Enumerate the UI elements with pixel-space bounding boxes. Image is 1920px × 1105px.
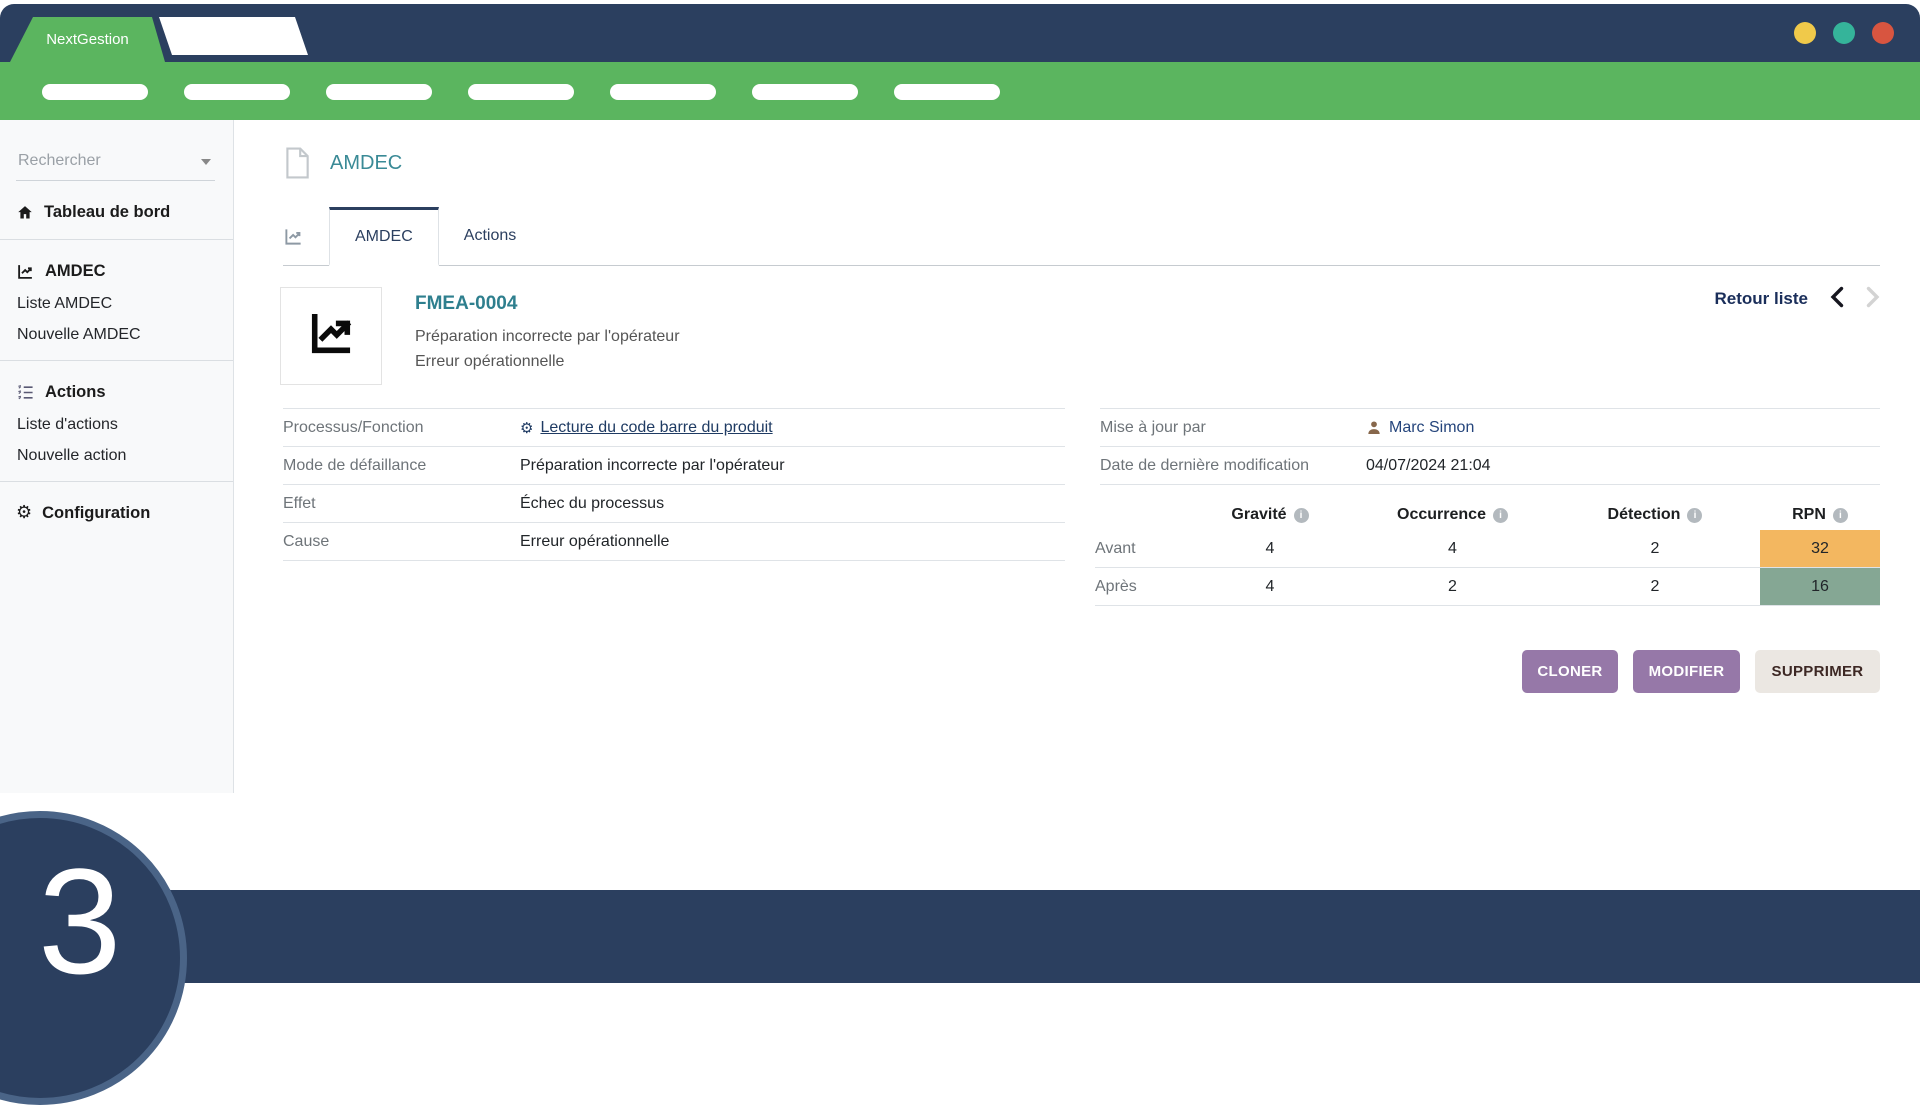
task-list-icon <box>16 384 35 401</box>
chevron-left-icon <box>1830 286 1844 311</box>
sidebar-item-liste-amdec[interactable]: Liste AMDEC <box>16 288 217 319</box>
clone-button[interactable]: CLONER <box>1522 650 1618 693</box>
failure-mode-value: Préparation incorrecte par l'opérateur <box>520 457 785 475</box>
rpn-row-after: Après 4 2 2 16 <box>1095 568 1880 606</box>
sidebar-item-configuration[interactable]: ⚙ Configuration <box>16 496 217 530</box>
sidebar-item-label: Tableau de bord <box>44 203 170 222</box>
window-dot-teal[interactable] <box>1833 22 1855 44</box>
search-input[interactable] <box>16 146 215 180</box>
home-icon <box>16 204 34 221</box>
window-dot-red[interactable] <box>1872 22 1894 44</box>
nav-pill[interactable] <box>184 84 290 100</box>
sidebar-item-liste-actions[interactable]: Liste d'actions <box>16 409 217 440</box>
delete-button[interactable]: SUPPRIMER <box>1755 650 1880 693</box>
table-row: Mode de défaillance Préparation incorrec… <box>283 447 1065 485</box>
divider <box>0 360 233 361</box>
rpn-value-after: 16 <box>1760 568 1880 605</box>
nav-pill[interactable] <box>326 84 432 100</box>
nav-pill[interactable] <box>610 84 716 100</box>
step-badge: 3 <box>0 811 187 1105</box>
sidebar-item-nouvelle-action[interactable]: Nouvelle action <box>16 440 217 471</box>
app-header: NextGestion <box>0 4 1920 62</box>
modify-button[interactable]: MODIFIER <box>1633 650 1740 693</box>
sidebar-item-nouvelle-amdec[interactable]: Nouvelle AMDEC <box>16 319 217 350</box>
window-dot-yellow[interactable] <box>1794 22 1816 44</box>
nav-pill[interactable] <box>42 84 148 100</box>
record-cause: Erreur opérationnelle <box>415 349 680 374</box>
search-box <box>16 146 215 181</box>
record-thumbnail <box>280 287 382 385</box>
nav-pill[interactable] <box>468 84 574 100</box>
rpn-value-before: 32 <box>1760 530 1880 567</box>
rpn-table: Gravité Occurrence Détection RPN Avant 4… <box>1095 500 1880 606</box>
step-number: 3 <box>38 846 121 996</box>
record-details-table: Processus/Fonction ⚙ Lecture du code bar… <box>283 408 1065 561</box>
sidebar-section-actions[interactable]: Actions <box>16 375 217 409</box>
rpn-header-row: Gravité Occurrence Détection RPN <box>1095 500 1880 530</box>
gear-icon: ⚙ <box>520 419 533 437</box>
sidebar-item-label: Configuration <box>42 504 150 523</box>
nav-pill[interactable] <box>894 84 1000 100</box>
updated-by-link[interactable]: Marc Simon <box>1389 419 1474 437</box>
divider <box>0 239 233 240</box>
action-buttons: CLONER MODIFIER SUPPRIMER <box>1522 650 1880 693</box>
back-to-list-link[interactable]: Retour liste <box>1714 289 1808 309</box>
brand-tab[interactable]: NextGestion <box>10 17 165 62</box>
tab-actions[interactable]: Actions <box>439 207 541 265</box>
record-meta-table: Mise à jour par Marc Simon Date de derni… <box>1100 408 1880 485</box>
nav-pill[interactable] <box>752 84 858 100</box>
info-icon[interactable] <box>1833 508 1848 523</box>
chevron-down-icon[interactable] <box>201 159 211 165</box>
sidebar-section-label: Actions <box>45 383 106 402</box>
person-icon <box>1366 420 1382 436</box>
tab-bar: AMDEC Actions <box>283 207 1880 266</box>
chart-line-icon <box>306 311 356 362</box>
next-record-button[interactable] <box>1866 286 1880 311</box>
window-dots <box>1794 22 1894 44</box>
chart-line-icon <box>283 207 329 265</box>
effect-value: Échec du processus <box>520 495 664 513</box>
process-function-link[interactable]: Lecture du code barre du produit <box>540 419 772 437</box>
footer-band <box>0 890 1920 983</box>
record-failure-mode: Préparation incorrecte par l'opérateur <box>415 324 680 349</box>
last-modified-value: 04/07/2024 21:04 <box>1366 457 1491 475</box>
sidebar: Tableau de bord AMDEC Liste AMDEC Nouvel… <box>0 120 234 793</box>
table-row: Processus/Fonction ⚙ Lecture du code bar… <box>283 408 1065 447</box>
brand-secondary-tab[interactable] <box>159 17 308 55</box>
sidebar-item-dashboard[interactable]: Tableau de bord <box>16 195 217 229</box>
chevron-right-icon <box>1866 286 1880 311</box>
table-row: Mise à jour par Marc Simon <box>1100 408 1880 447</box>
tab-amdec[interactable]: AMDEC <box>329 207 439 266</box>
cause-value: Erreur opérationnelle <box>520 533 669 551</box>
document-icon <box>284 147 310 179</box>
divider <box>0 481 233 482</box>
info-icon[interactable] <box>1687 508 1702 523</box>
chart-line-icon <box>16 263 35 280</box>
table-row: Effet Échec du processus <box>283 485 1065 523</box>
info-icon[interactable] <box>1294 508 1309 523</box>
brand-name: NextGestion <box>46 31 129 48</box>
info-icon[interactable] <box>1493 508 1508 523</box>
table-row: Cause Erreur opérationnelle <box>283 523 1065 561</box>
table-row: Date de dernière modification 04/07/2024… <box>1100 447 1880 485</box>
page-title: AMDEC <box>330 152 402 175</box>
rpn-row-before: Avant 4 4 2 32 <box>1095 530 1880 568</box>
sidebar-section-label: AMDEC <box>45 262 106 281</box>
sidebar-section-amdec[interactable]: AMDEC <box>16 254 217 288</box>
main-nav-bar <box>0 62 1920 120</box>
record-id: FMEA-0004 <box>415 293 680 315</box>
prev-record-button[interactable] <box>1830 286 1844 311</box>
gear-icon: ⚙ <box>16 504 32 522</box>
